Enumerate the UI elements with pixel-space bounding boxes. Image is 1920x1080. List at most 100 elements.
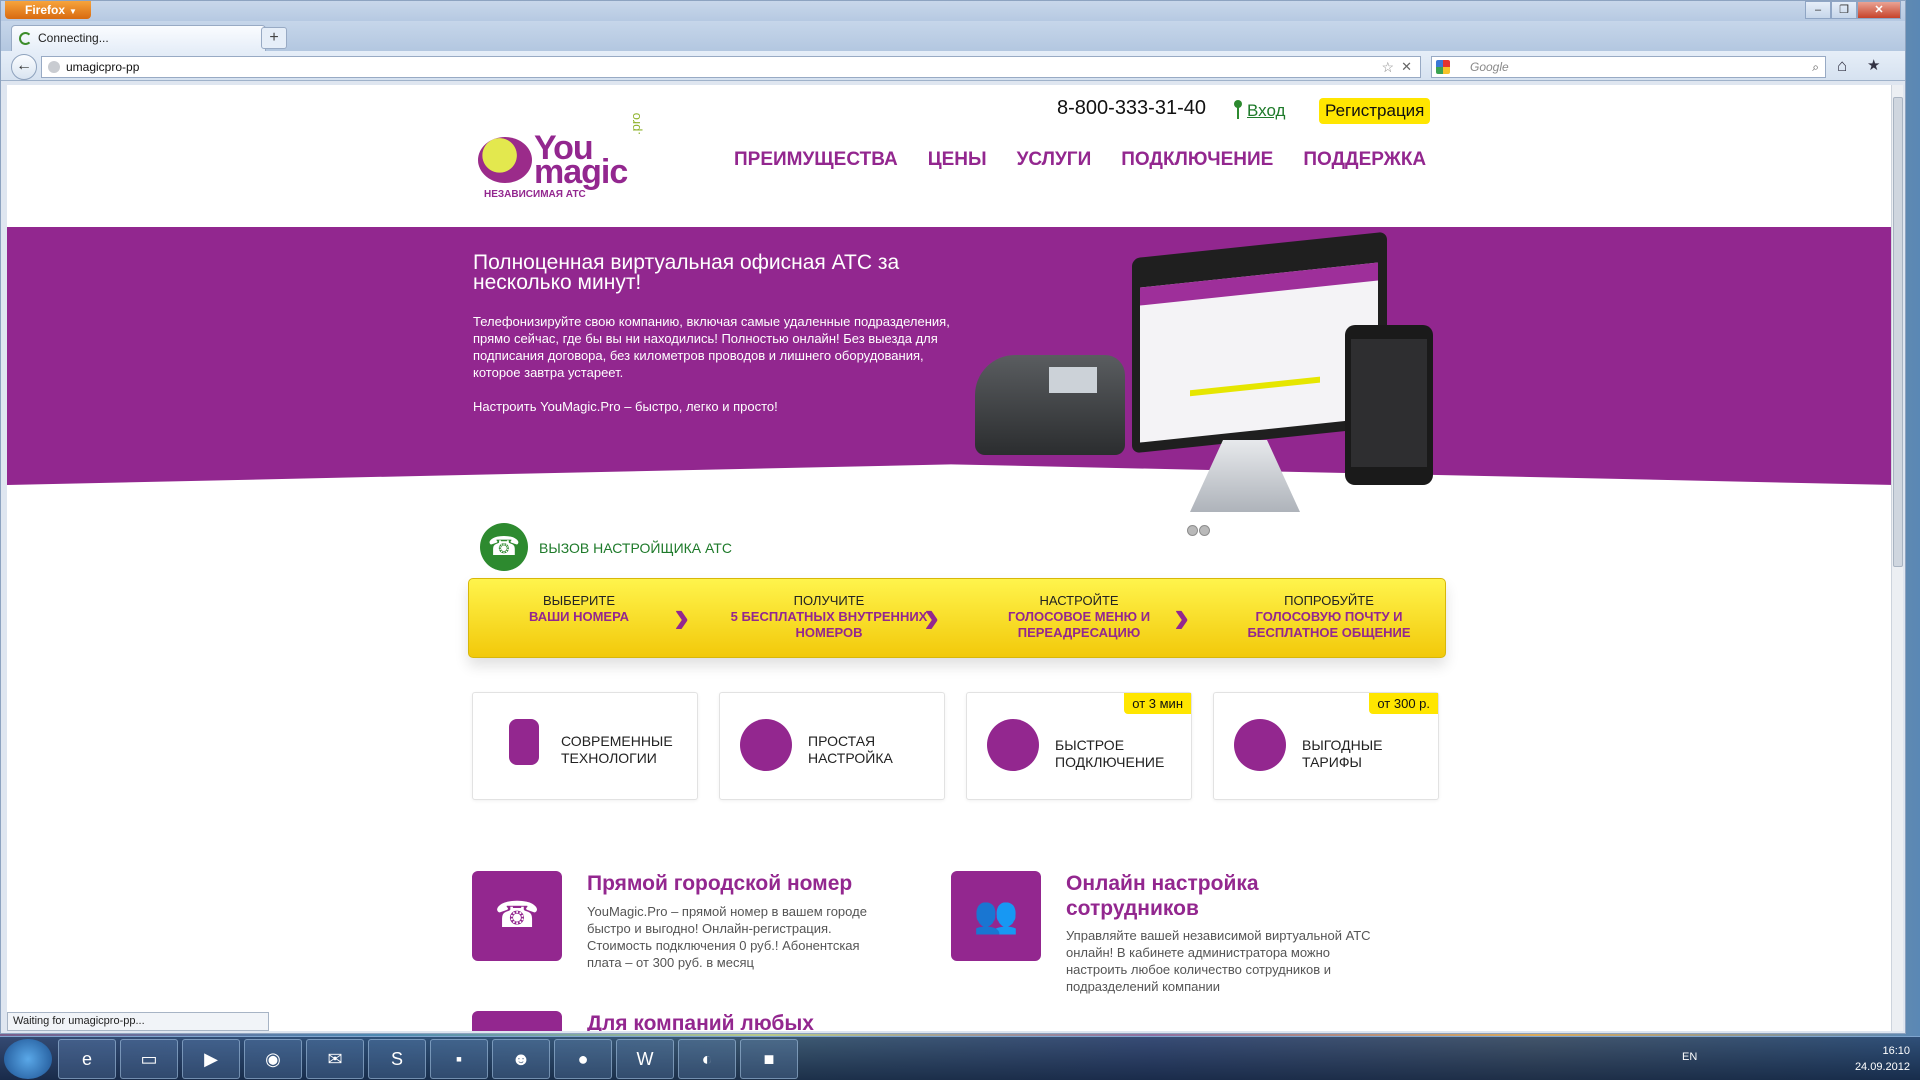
feature-card-tariffs[interactable]: ВЫГОДНЫЕ ТАРИФЫ от 300 р. <box>1213 692 1439 800</box>
feature-line-1: СОВРЕМЕННЫЕ <box>561 733 673 749</box>
nav-services[interactable]: УСЛУГИ <box>1017 149 1092 171</box>
feature-line-1: ВЫГОДНЫЕ <box>1302 737 1383 753</box>
mobile-phone-icon <box>509 719 539 765</box>
language-indicator[interactable]: EN <box>1682 1051 1697 1063</box>
mail-icon[interactable]: ✉ <box>306 1039 364 1079</box>
slider-dot-2[interactable] <box>1199 525 1210 536</box>
screen-progress-bar <box>1190 376 1320 397</box>
window-controls: – ❐ ✕ <box>1805 1 1901 19</box>
chevron-right-icon: › <box>674 590 690 642</box>
step-1-text: ВАШИ НОМЕРА <box>528 609 630 624</box>
ie-icon[interactable]: e <box>58 1039 116 1079</box>
clock-date: 24.09.2012 <box>1854 1061 1910 1073</box>
chevron-right-icon: › <box>924 590 940 642</box>
phone-wrench-icon[interactable]: ☎ <box>480 523 528 571</box>
people-icon: 👥 <box>951 871 1041 961</box>
stop-loading-icon[interactable]: ✕ <box>1401 57 1412 77</box>
main-nav: ПРЕИМУЩЕСТВА ЦЕНЫ УСЛУГИ ПОДКЛЮЧЕНИЕ ПОД… <box>734 149 1426 171</box>
minimize-button[interactable]: – <box>1805 1 1831 19</box>
bird-logo-icon <box>478 137 532 183</box>
firefox-menu-button[interactable]: Firefox ▼ <box>5 1 91 19</box>
step-2: ПОЛУЧИТЕ 5 БЕСПЛАТНЫХ ВНУТРЕННИХ НОМЕРОВ <box>719 593 939 641</box>
feature-line-1: ПРОСТАЯ <box>808 733 876 749</box>
nav-advantages[interactable]: ПРЕИМУЩЕСТВА <box>734 149 898 171</box>
block-title[interactable]: Прямой городской номер <box>587 871 917 896</box>
page-viewport: You magic .pro НЕЗАВИСИМАЯ АТС 8-800-333… <box>7 85 1895 1031</box>
site-header: You magic .pro НЕЗАВИСИМАЯ АТС 8-800-333… <box>7 85 1895 215</box>
app-icon[interactable]: ● <box>554 1039 612 1079</box>
block-title[interactable]: Для компаний любых <box>587 1011 917 1031</box>
smiley-icon <box>740 719 792 771</box>
call-installer-link[interactable]: ВЫЗОВ НАСТРОЙЩИКА АТС <box>539 540 732 556</box>
tab-bar: Connecting... + <box>1 21 1905 51</box>
feature-card-technology[interactable]: СОВРЕМЕННЫЕ ТЕХНОЛОГИИ <box>472 692 698 800</box>
home-icon[interactable]: ⌂ <box>1837 56 1847 76</box>
smartphone-screen <box>1351 339 1427 467</box>
back-button[interactable]: ← <box>11 54 37 80</box>
alien-icon[interactable]: ☻ <box>492 1039 550 1079</box>
coins-icon <box>1234 719 1286 771</box>
tab-current[interactable]: Connecting... <box>11 25 266 51</box>
title-bar: Firefox ▼ – ❐ ✕ <box>1 1 1905 21</box>
loading-spinner-icon <box>19 32 32 45</box>
bird-icon <box>987 719 1039 771</box>
feature-badge: от 3 мин <box>1124 693 1191 714</box>
desktop: Firefox ▼ – ❐ ✕ Connecting... + ← umagicp… <box>0 0 1920 1080</box>
nav-support[interactable]: ПОДДЕРЖКА <box>1303 149 1426 171</box>
media-player-icon[interactable]: ▶ <box>182 1039 240 1079</box>
search-icon[interactable]: ⌕ <box>1812 57 1819 77</box>
slider-dot-1[interactable] <box>1187 525 1198 536</box>
feature-text: ВЫГОДНЫЕ ТАРИФЫ <box>1302 737 1382 771</box>
start-button[interactable] <box>4 1039 52 1079</box>
slider-dots <box>1187 523 1211 541</box>
bookmarks-icon[interactable]: ★ <box>1867 56 1880 74</box>
globe-icon <box>48 61 60 73</box>
new-tab-button[interactable]: + <box>261 27 287 49</box>
desk-phone-image <box>975 355 1125 455</box>
system-tray-clock[interactable]: 16:10 24.09.2012 <box>1855 1043 1910 1075</box>
youmagic-logo[interactable]: You magic .pro НЕЗАВИСИМАЯ АТС <box>478 113 648 201</box>
nav-prices[interactable]: ЦЕНЫ <box>928 149 987 171</box>
feature-text: ПРОСТАЯ НАСТРОЙКА <box>808 733 893 767</box>
phone-display <box>1049 367 1097 393</box>
key-icon <box>1234 100 1242 119</box>
bookmark-star-icon[interactable]: ☆ <box>1381 57 1394 77</box>
search-bar[interactable]: Google ⌕ <box>1431 56 1826 78</box>
block-text: Управляйте вашей независимой виртуальной… <box>1066 928 1371 994</box>
telephone-icon: ☎ <box>472 871 562 961</box>
block-text: YouMagic.Pro – прямой номер в вашем горо… <box>587 904 867 970</box>
register-button[interactable]: Регистрация <box>1319 98 1431 124</box>
folder-icon[interactable]: ▭ <box>120 1039 178 1079</box>
virtualbox-icon[interactable]: ■ <box>740 1039 798 1079</box>
url-bar[interactable]: umagicpro-pp ☆ ✕ <box>41 56 1421 78</box>
terminal-icon[interactable]: ▪ <box>430 1039 488 1079</box>
feature-text: СОВРЕМЕННЫЕ ТЕХНОЛОГИИ <box>561 733 673 767</box>
feature-badge: от 300 р. <box>1369 693 1438 714</box>
firefox-icon[interactable]: ◉ <box>244 1039 302 1079</box>
feature-card-setup[interactable]: ПРОСТАЯ НАСТРОЙКА <box>719 692 945 800</box>
eclipse-icon[interactable]: ◐ <box>678 1039 736 1079</box>
close-window-button[interactable]: ✕ <box>1857 1 1901 19</box>
word-icon[interactable]: W <box>616 1039 674 1079</box>
taskbar: e ▭ ▶ ◉ ✉ S ▪ ☻ ● W ◐ ■ EN 16:10 24.09.2… <box>0 1036 1920 1080</box>
feature-line-2: НАСТРОЙКА <box>808 750 893 766</box>
vertical-scrollbar[interactable] <box>1891 85 1903 1031</box>
step-2-text: 5 БЕСПЛАТНЫХ ВНУТРЕННИХ НОМЕРОВ <box>730 609 928 640</box>
step-4-title: ПОПРОБУЙТЕ <box>1284 593 1374 608</box>
chevron-right-icon: › <box>1174 590 1190 642</box>
logo-magic: magic <box>534 153 628 191</box>
scrollbar-thumb[interactable] <box>1893 97 1903 567</box>
google-icon[interactable] <box>1436 60 1450 74</box>
hero-title: Полноценная виртуальная офисная АТС за н… <box>473 251 900 294</box>
step-3: НАСТРОЙТЕ ГОЛОСОВОЕ МЕНЮ И ПЕРЕАДРЕСАЦИЮ <box>969 593 1189 641</box>
login-link[interactable]: Вход <box>1247 101 1285 121</box>
block-title[interactable]: Онлайн настройка сотрудников <box>1066 871 1396 921</box>
tab-title: Connecting... <box>38 31 109 45</box>
skype-icon[interactable]: S <box>368 1039 426 1079</box>
chevron-down-icon: ▼ <box>69 7 77 16</box>
maximize-button[interactable]: ❐ <box>1831 1 1857 19</box>
smartphone-image <box>1345 325 1433 485</box>
nav-connection[interactable]: ПОДКЛЮЧЕНИЕ <box>1121 149 1273 171</box>
status-bar: Waiting for umagicpro-pp... <box>7 1012 269 1031</box>
feature-card-connection[interactable]: БЫСТРОЕ ПОДКЛЮЧЕНИЕ от 3 мин <box>966 692 1192 800</box>
